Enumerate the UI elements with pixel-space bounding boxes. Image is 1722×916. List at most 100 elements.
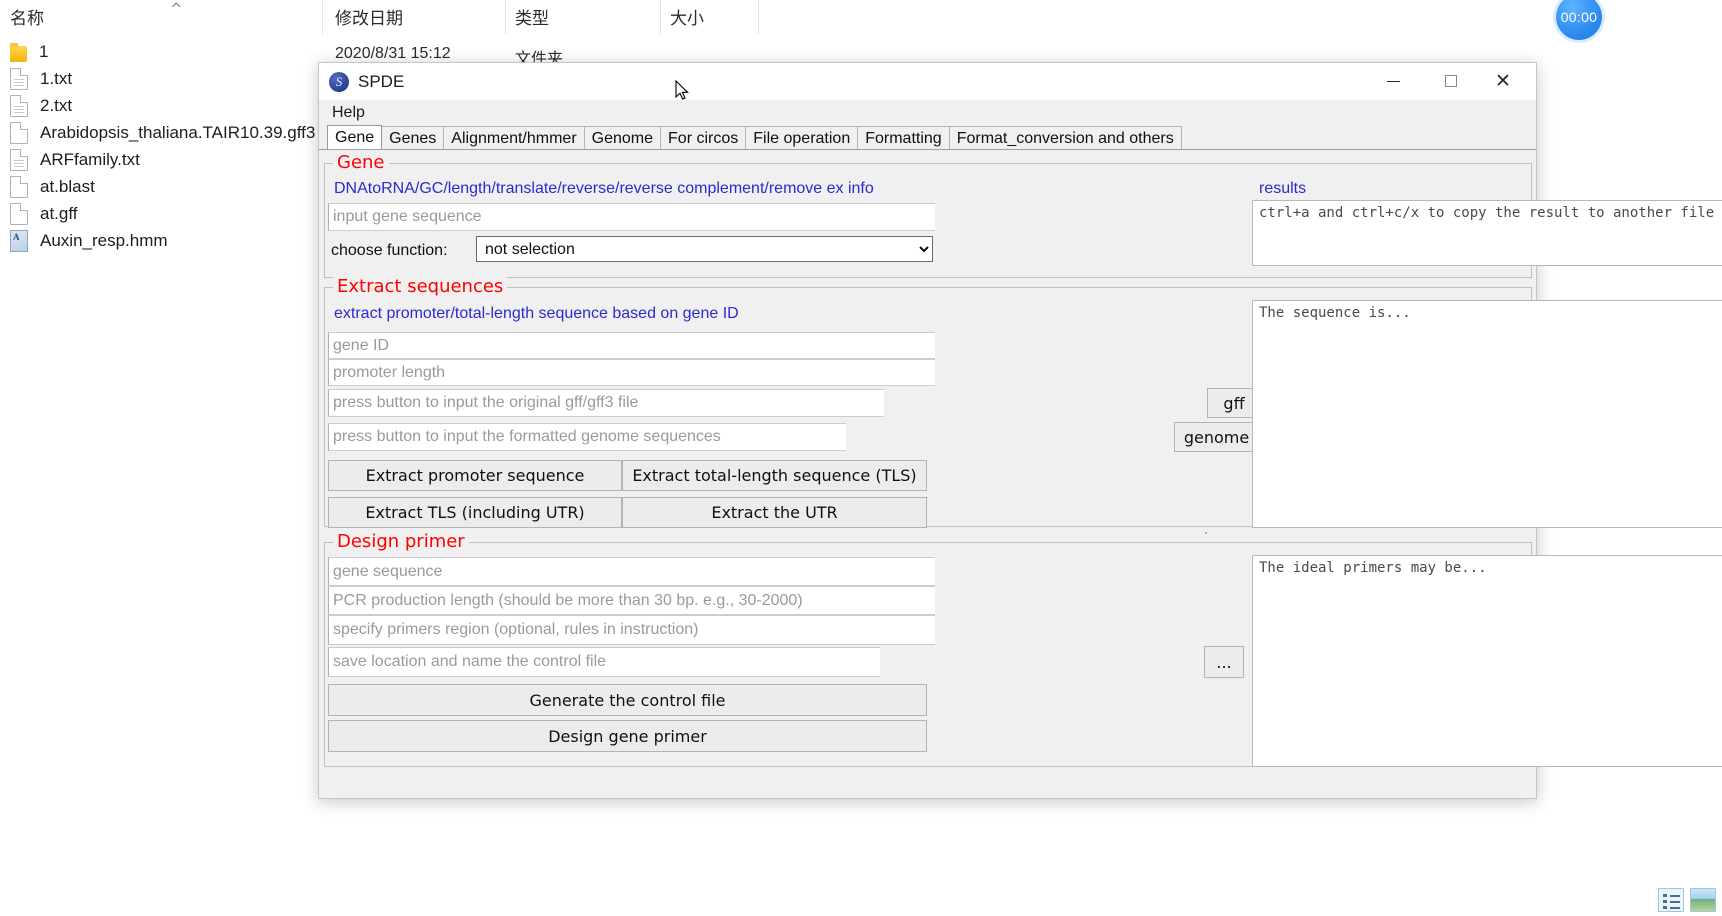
maximize-icon	[1445, 75, 1457, 87]
tabstrip: Gene Genes Alignment/hmmer Genome For ci…	[319, 125, 1536, 150]
gene-hint-text: DNAtoRNA/GC/length/translate/reverse/rev…	[334, 180, 874, 197]
list-item-label: 1.txt	[40, 69, 73, 88]
gene-sequence-placeholder: input gene sequence	[333, 208, 482, 225]
promoter-length-placeholder: promoter length	[333, 363, 446, 381]
list-item[interactable]: at.gff	[10, 201, 78, 227]
details-view-button[interactable]	[1658, 888, 1684, 912]
minimize-button[interactable]	[1370, 63, 1416, 99]
list-item-label: ARFfamily.txt	[40, 150, 140, 169]
file-icon	[10, 203, 28, 225]
large-icons-view-button[interactable]	[1690, 888, 1716, 912]
list-item[interactable]: 2.txt	[10, 93, 72, 119]
gene-results-box[interactable]: ctrl+a and ctrl+c/x to copy the result t…	[1252, 200, 1722, 266]
tab-format-conversion[interactable]: Format_conversion and others	[948, 126, 1182, 149]
spde-window: SPDE ✕ Help Gene Genes Alignment/hmmer G…	[318, 62, 1722, 799]
menubar: Help	[319, 100, 1536, 126]
tab-genes[interactable]: Genes	[381, 126, 445, 149]
gff-file-input[interactable]: press button to input the original gff/g…	[328, 389, 884, 417]
timer-badge[interactable]: 00:00	[1556, 0, 1602, 40]
list-item[interactable]: Auxin_resp.hmm	[10, 228, 168, 254]
tab-genome[interactable]: Genome	[583, 126, 662, 149]
generate-control-file-button[interactable]: Generate the control file	[328, 684, 927, 716]
sort-ascending-icon: ^	[170, 0, 183, 18]
file-icon	[10, 122, 28, 144]
tab-formatting[interactable]: Formatting	[857, 126, 950, 149]
window-title: SPDE	[358, 71, 405, 91]
genome-file-placeholder: press button to input the formatted geno…	[333, 428, 721, 445]
text-file-icon	[10, 95, 28, 117]
maximize-button[interactable]	[1428, 63, 1474, 99]
list-item-label: 2.txt	[40, 96, 73, 115]
design-primer-groupbox-title: Design primer	[333, 531, 469, 552]
primers-region-input[interactable]: specify primers region (optional, rules …	[328, 615, 935, 645]
gene-results-label: results	[1259, 180, 1307, 197]
view-mode-buttons	[1658, 888, 1716, 912]
save-location-input[interactable]: save location and name the control file	[328, 647, 880, 677]
list-item-label: 1	[39, 42, 49, 61]
extract-promoter-sequence-button[interactable]: Extract promoter sequence	[328, 460, 622, 491]
list-item-label: at.gff	[40, 204, 78, 223]
column-divider[interactable]	[505, 0, 506, 34]
design-gene-primer-button[interactable]: Design gene primer	[328, 720, 927, 752]
choose-function-label: choose function:	[331, 242, 448, 259]
list-item[interactable]: Arabidopsis_thaliana.TAIR10.39.gff3	[10, 120, 315, 146]
genome-file-input[interactable]: press button to input the formatted geno…	[328, 423, 846, 451]
gff-file-placeholder: press button to input the original gff/g…	[333, 394, 639, 411]
genome-browse-button[interactable]: genome	[1174, 422, 1259, 452]
column-header-size[interactable]: 大小	[670, 4, 704, 29]
column-header-type[interactable]: 类型	[515, 4, 549, 29]
extract-the-utr-button[interactable]: Extract the UTR	[622, 497, 927, 528]
gene-groupbox-title: Gene	[333, 152, 389, 173]
gene-results-text: ctrl+a and ctrl+c/x to copy the result t…	[1259, 205, 1715, 221]
minimize-icon	[1386, 80, 1400, 82]
extract-sequences-groupbox-title: Extract sequences	[333, 276, 508, 297]
column-header-date[interactable]: 修改日期	[335, 4, 403, 29]
list-item[interactable]: 1	[10, 39, 48, 65]
column-header-name-label: 名称	[10, 9, 44, 29]
list-item[interactable]: at.blast	[10, 174, 95, 200]
primer-results-box[interactable]: The ideal primers may be... ▲ ▼	[1252, 555, 1722, 767]
file-icon	[10, 176, 28, 198]
list-item[interactable]: ARFfamily.txt	[10, 147, 140, 173]
folder-icon	[10, 42, 27, 62]
extract-total-length-sequence-button[interactable]: Extract total-length sequence (TLS)	[622, 460, 927, 491]
text-file-icon	[10, 149, 28, 171]
list-item-label: at.blast	[40, 177, 95, 196]
column-divider[interactable]	[660, 0, 661, 34]
extract-tls-including-utr-button[interactable]: Extract TLS (including UTR)	[328, 497, 622, 528]
extract-hint-text: extract promoter/total-length sequence b…	[334, 305, 739, 322]
list-item-label: Arabidopsis_thaliana.TAIR10.39.gff3	[40, 123, 316, 142]
choose-function-select[interactable]: not selection	[476, 236, 933, 262]
extract-results-box[interactable]: The sequence is... ▲ ▼	[1252, 300, 1722, 528]
list-item[interactable]: 1.txt	[10, 66, 72, 92]
menu-item-help[interactable]: Help	[326, 102, 371, 124]
column-divider[interactable]	[758, 0, 759, 34]
extract-results-text: The sequence is...	[1259, 305, 1411, 321]
tab-file-operation[interactable]: File operation	[745, 126, 859, 149]
column-divider[interactable]	[322, 0, 323, 34]
tab-gene[interactable]: Gene	[327, 125, 383, 149]
primers-region-placeholder: specify primers region (optional, rules …	[333, 621, 699, 638]
column-header-name[interactable]: 名称 ^	[10, 0, 183, 29]
text-file-icon	[10, 68, 28, 90]
save-location-placeholder: save location and name the control file	[333, 653, 607, 670]
gene-id-input[interactable]: gene ID	[328, 332, 935, 359]
tab-for-circos[interactable]: For circos	[660, 126, 747, 149]
primer-gene-sequence-input[interactable]: gene sequence	[328, 557, 935, 586]
gene-id-placeholder: gene ID	[333, 336, 390, 354]
list-item-date: 2020/8/31 15:12	[335, 45, 451, 62]
close-icon: ✕	[1495, 69, 1511, 92]
gene-sequence-input[interactable]: input gene sequence	[328, 203, 935, 231]
list-item-label: Auxin_resp.hmm	[40, 231, 168, 250]
pcr-production-length-input[interactable]: PCR production length (should be more th…	[328, 586, 935, 615]
window-titlebar[interactable]: SPDE ✕	[319, 63, 1536, 100]
close-button[interactable]: ✕	[1480, 63, 1526, 99]
spde-app-icon	[329, 71, 349, 92]
gene-tab-panel: Gene DNAtoRNA/GC/length/translate/revers…	[319, 150, 1722, 798]
promoter-length-input[interactable]: promoter length	[328, 359, 935, 386]
primer-gene-sequence-placeholder: gene sequence	[333, 562, 443, 580]
tab-alignment-hmmer[interactable]: Alignment/hmmer	[443, 126, 585, 149]
primer-results-text: The ideal primers may be...	[1259, 560, 1487, 576]
hmm-file-icon	[10, 230, 28, 252]
browse-control-file-button[interactable]: ...	[1204, 646, 1244, 678]
